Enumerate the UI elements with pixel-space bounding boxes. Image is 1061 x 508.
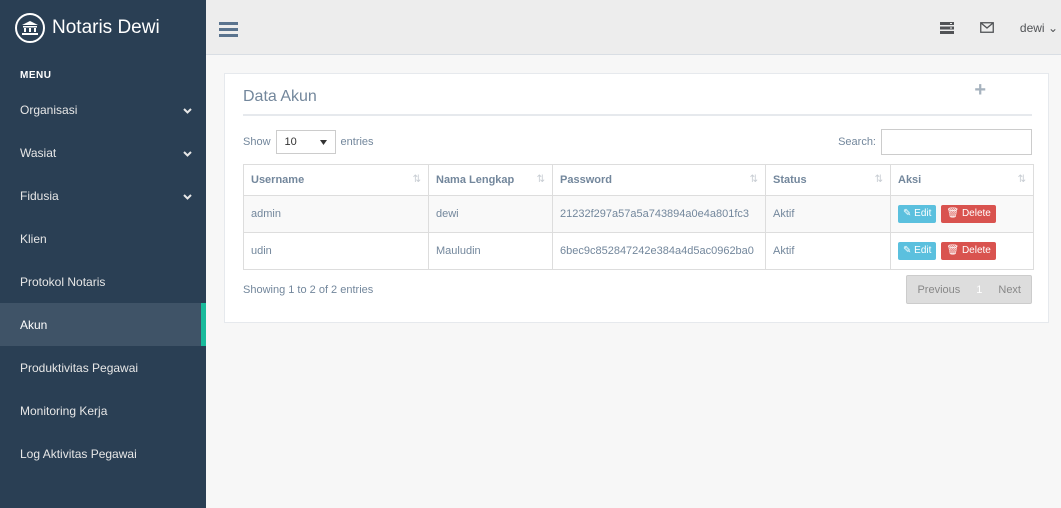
sidebar-item-label: Monitoring Kerja (20, 403, 108, 418)
sidebar-item-label: Klien (20, 231, 47, 246)
delete-label: Delete (961, 245, 991, 256)
server-icon[interactable] (936, 17, 958, 39)
sidebar-item-label: Protokol Notaris (20, 274, 106, 289)
chevron-down-icon (183, 146, 192, 160)
sidebar-item-protokol-notaris[interactable]: Protokol Notaris (0, 260, 206, 303)
pagination-previous[interactable]: Previous (907, 284, 970, 296)
chevron-down-icon (183, 189, 192, 203)
caret-down-icon (319, 136, 327, 148)
column-label: Nama Lengkap (436, 174, 515, 186)
user-menu[interactable]: dewi ⌄ (1020, 21, 1058, 35)
column-header-aksi[interactable]: Aksi ⇅ (890, 164, 1034, 196)
sidebar-item-label: Wasiat (20, 145, 57, 160)
delete-label: Delete (961, 208, 991, 219)
cell-status: Aktif (765, 232, 891, 270)
sort-icon: ⇅ (874, 174, 883, 185)
search-label: Search: (838, 136, 876, 148)
cell-status: Aktif (765, 195, 891, 233)
column-label: Password (560, 174, 612, 186)
user-name: dewi (1019, 20, 1045, 35)
sort-asc-icon: ⇅ (412, 174, 421, 185)
pencil-icon: ✎ (903, 245, 912, 256)
sidebar-item-fidusia[interactable]: Fidusia (0, 174, 206, 217)
nav-right: dewi ⌄ (936, 0, 1061, 55)
delete-button[interactable]: 🗑 Delete (941, 242, 996, 260)
divider (243, 114, 1032, 116)
column-header-status[interactable]: Status ⇅ (765, 164, 891, 196)
panel-title: Data Akun (243, 88, 317, 105)
menu-toggle-icon[interactable] (219, 22, 238, 40)
length-label-post: entries (340, 136, 374, 148)
cell-nama: dewi (428, 195, 553, 233)
column-header-password[interactable]: Password ⇅ (552, 164, 766, 196)
length-label-pre: Show (243, 136, 271, 148)
column-header-username[interactable]: Username ⇅ (243, 164, 429, 196)
institution-icon (15, 12, 45, 43)
table-info: Showing 1 to 2 of 2 entries (243, 284, 374, 296)
search-input[interactable] (881, 129, 1032, 155)
table-row: admin dewi 21232f297a57a5a743894a0e4a801… (243, 195, 1034, 233)
sidebar-item-label: Log Aktivitas Pegawai (20, 446, 137, 461)
sidebar-item-organisasi[interactable]: Organisasi (0, 88, 206, 131)
pagination: Previous 1 Next (906, 275, 1032, 304)
edit-button[interactable]: ✎ Edit (898, 242, 937, 260)
sidebar-item-monitoring-kerja[interactable]: Monitoring Kerja (0, 389, 206, 432)
trash-icon: 🗑 (946, 245, 960, 256)
cell-password: 6bec9c852847242e384a4d5ac0962ba0 (552, 232, 766, 270)
pencil-icon: ✎ (903, 208, 912, 219)
sidebar-item-label: Produktivitas Pegawai (20, 360, 139, 375)
akun-table: Username ⇅ Nama Lengkap ⇅ Password ⇅ Status… (243, 164, 1034, 270)
cell-username: udin (243, 232, 429, 270)
delete-button[interactable]: 🗑 Delete (941, 205, 996, 223)
column-label: Username (251, 174, 305, 186)
cell-password: 21232f297a57a5a743894a0e4a801fc3 (552, 195, 766, 233)
cell-nama: Mauludin (428, 232, 553, 270)
cell-aksi: ✎ Edit 🗑 Delete (890, 195, 1034, 233)
cell-username: admin (243, 195, 429, 233)
sidebar-item-klien[interactable]: Klien (0, 217, 206, 260)
table-header-row: Username ⇅ Nama Lengkap ⇅ Password ⇅ Status… (243, 164, 1034, 196)
length-control: Show 10 entries (243, 130, 374, 154)
add-icon[interactable]: + (974, 79, 986, 102)
sidebar-item-label: Fidusia (20, 188, 59, 203)
data-akun-panel: Data Akun + Show 10 entries Search: User… (224, 73, 1049, 323)
edit-label: Edit (914, 208, 932, 219)
search-control: Search: (838, 129, 1032, 155)
edit-label: Edit (914, 245, 932, 256)
entries-select[interactable]: 10 (275, 130, 336, 154)
edit-button[interactable]: ✎ Edit (898, 205, 937, 223)
sidebar-item-log-aktivitas-pegawai[interactable]: Log Aktivitas Pegawai (0, 432, 206, 475)
top-navbar: dewi ⌄ (206, 0, 1061, 55)
table-row: udin Mauludin 6bec9c852847242e384a4d5ac0… (243, 232, 1034, 270)
brand-title: Notaris Dewi (52, 16, 160, 38)
sidebar-item-label: Akun (20, 317, 48, 332)
column-label: Aksi (898, 174, 922, 186)
trash-icon: 🗑 (946, 208, 960, 219)
sidebar-item-akun[interactable]: Akun (0, 303, 206, 346)
sidebar-item-wasiat[interactable]: Wasiat (0, 131, 206, 174)
menu-heading: MENU (20, 70, 52, 81)
pagination-page[interactable]: 1 (970, 284, 988, 296)
column-label: Status (773, 174, 807, 186)
sidebar: Notaris Dewi MENU Organisasi Wasiat Fidu… (0, 0, 206, 508)
cell-aksi: ✎ Edit 🗑 Delete (890, 232, 1034, 270)
chevron-down-icon: ⌄ (1047, 20, 1058, 35)
brand[interactable]: Notaris Dewi (0, 0, 206, 55)
sidebar-item-produktivitas-pegawai[interactable]: Produktivitas Pegawai (0, 346, 206, 389)
sort-icon: ⇅ (1017, 174, 1026, 185)
sort-icon: ⇅ (749, 174, 758, 185)
envelope-icon[interactable] (976, 17, 998, 39)
pagination-next[interactable]: Next (988, 284, 1031, 296)
chevron-down-icon (183, 103, 192, 117)
sidebar-item-label: Organisasi (20, 102, 78, 117)
sort-icon: ⇅ (536, 174, 545, 185)
column-header-nama-lengkap[interactable]: Nama Lengkap ⇅ (428, 164, 553, 196)
entries-select-value: 10 (284, 136, 297, 148)
